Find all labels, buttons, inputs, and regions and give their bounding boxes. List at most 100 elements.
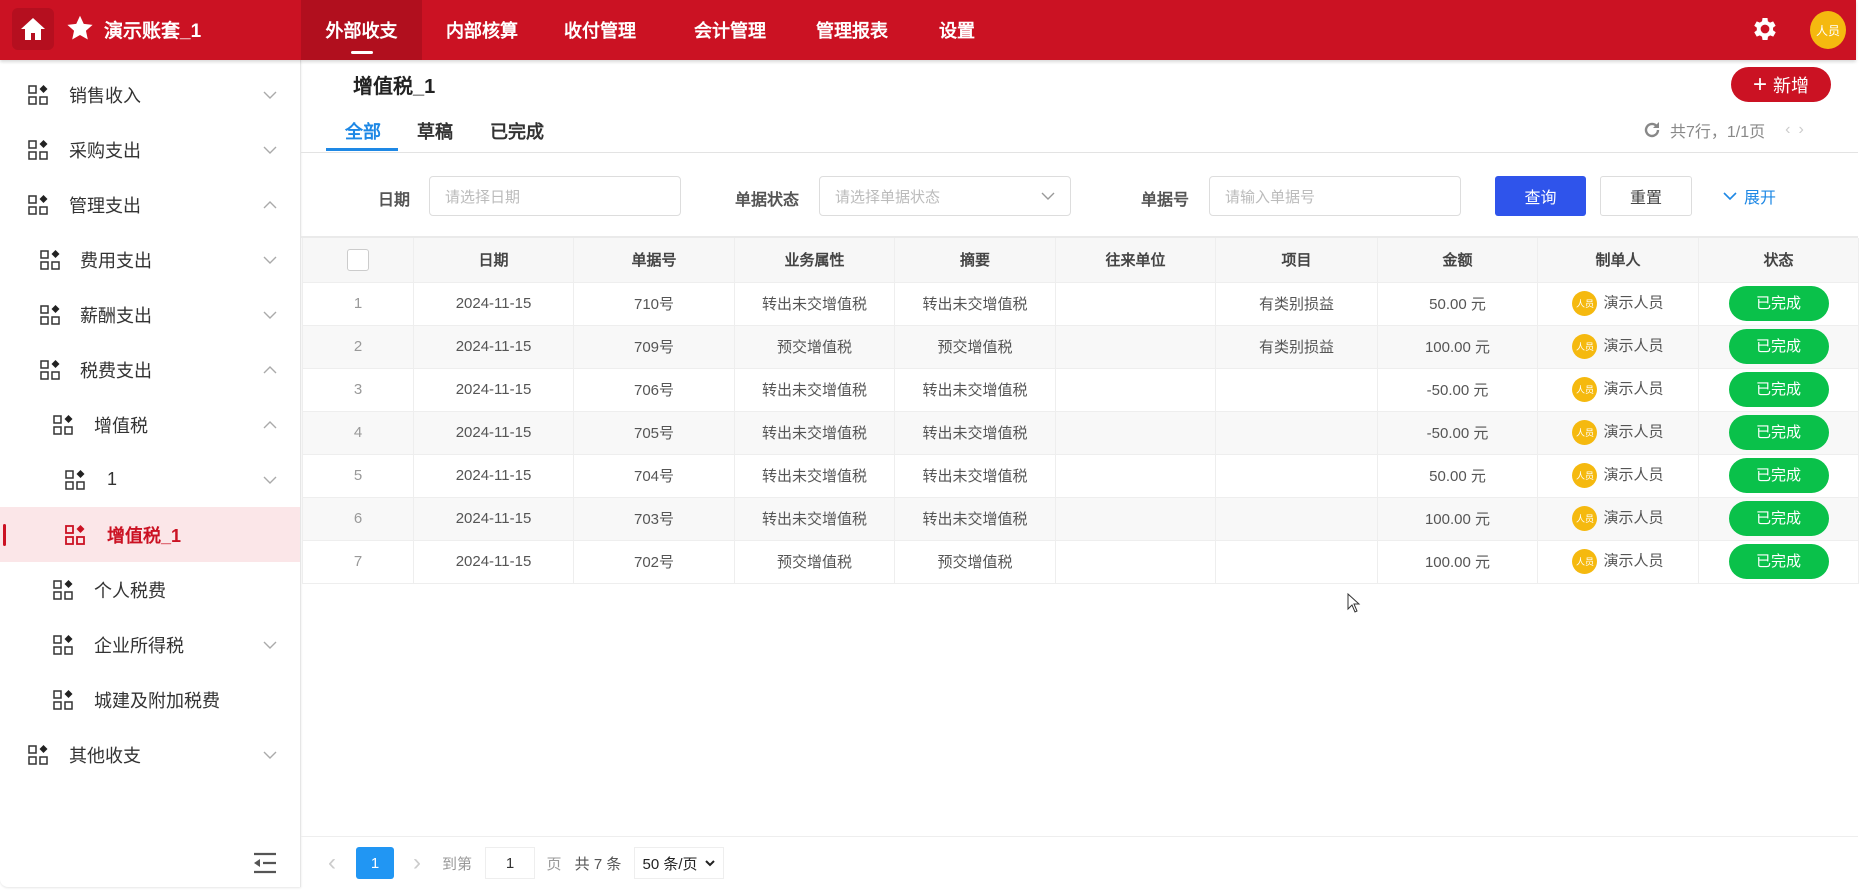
table-cell (1055, 453, 1216, 498)
date-input[interactable]: 请选择日期 (429, 176, 681, 216)
sidebar-item-salary-expense[interactable]: 薪酬支出 (0, 287, 300, 342)
sidebar-item-personal-tax[interactable]: 个人税费 (0, 562, 300, 617)
status-badge[interactable]: 已完成 (1728, 544, 1829, 579)
next-page-button[interactable]: › (407, 847, 427, 879)
sidebar-item-management-expense[interactable]: 管理支出 (0, 177, 300, 232)
column-header[interactable]: 状态 (1698, 238, 1859, 283)
table-cell: 预交增值税 (734, 539, 895, 584)
creator-name: 演示人员 (1603, 380, 1664, 398)
column-header[interactable]: 摘要 (894, 238, 1056, 283)
sidebar-item-vat-1[interactable]: 增值税_1 (0, 507, 300, 562)
nav-payment[interactable]: 收付管理 (545, 0, 655, 60)
table-row[interactable]: 3 2024-11-15 706号 转出未交增值税 转出未交增值税 -50.00 元人员演… (302, 367, 1859, 412)
table-cell: 703号 (573, 496, 735, 541)
tab-draft[interactable]: 草稿 (417, 118, 453, 144)
chevron-down-icon (263, 146, 277, 154)
column-header[interactable]: 往来单位 (1055, 238, 1216, 283)
creator-avatar: 人员 (1572, 377, 1598, 402)
sidebar-item-label: 销售收入 (69, 85, 141, 106)
status-badge[interactable]: 已完成 (1728, 501, 1829, 536)
prev-page-button[interactable]: ‹ (322, 847, 342, 879)
table-cell (1055, 324, 1216, 369)
column-header[interactable]: 日期 (413, 238, 574, 283)
page-title: 增值税_1 (353, 76, 436, 98)
table-cell: 转出未交增值税 (734, 367, 895, 412)
star-icon[interactable] (66, 14, 94, 42)
table-row[interactable]: 1 2024-11-15 710号 转出未交增值税 转出未交增值税 有类别损益 50.00 … (302, 281, 1859, 326)
table-cell: -50.00 元 (1377, 410, 1538, 455)
table-row[interactable]: 2 2024-11-15 709号 预交增值税 预交增值税 有类别损益 100.00 元人员… (302, 324, 1859, 369)
prev-page-icon[interactable]: ‹ (1785, 121, 1790, 139)
table-row[interactable]: 5 2024-11-15 704号 转出未交增值税 转出未交增值税 50.00 元人员 演示… (302, 453, 1859, 498)
status-badge[interactable]: 已完成 (1728, 372, 1829, 407)
status-badge[interactable]: 已完成 (1728, 286, 1829, 321)
creator-cell: 人员 演示人员 (1537, 539, 1699, 584)
gear-icon[interactable] (1750, 14, 1780, 44)
table-cell (1215, 410, 1378, 455)
status-placeholder: 请选择单据状态 (835, 188, 941, 206)
table-row[interactable]: 7 2024-11-15 702号 预交增值税 预交增值税 100.00 元人员 演示人员已… (302, 539, 1859, 584)
page-size-select[interactable]: 50 条/页 (634, 847, 724, 879)
column-header[interactable]: 业务属性 (734, 238, 895, 283)
table-cell: 转出未交增值税 (894, 281, 1056, 326)
column-header[interactable]: 制单人 (1537, 238, 1699, 283)
table-row[interactable]: 6 2024-11-15 703号 转出未交增值税 转出未交增值税 100.00 元人员演… (302, 496, 1859, 541)
column-header[interactable]: 金额 (1377, 238, 1538, 283)
query-button[interactable]: 查询 (1495, 176, 1586, 216)
status-badge[interactable]: 已完成 (1728, 329, 1829, 364)
table-cell: 转出未交增值税 (894, 453, 1056, 498)
nav-settings[interactable]: 设置 (915, 0, 999, 60)
nav-accounting[interactable]: 会计管理 (675, 0, 785, 60)
sidebar-item-1[interactable]: 1 (0, 452, 300, 507)
sidebar-item-label: 1 (107, 469, 118, 489)
sidebar-item-purchase-expense[interactable]: 采购支出 (0, 122, 300, 177)
creator-name: 演示人员 (1603, 552, 1664, 570)
column-header[interactable]: 项目 (1215, 238, 1378, 283)
status-badge[interactable]: 已完成 (1728, 415, 1829, 450)
page-info-text: 共7行，1/1页 (1670, 124, 1766, 141)
table-cell: 转出未交增值税 (894, 367, 1056, 412)
table-cell: 2024-11-15 (413, 453, 574, 498)
nav-external[interactable]: 外部收支 (301, 0, 422, 60)
tab-completed[interactable]: 已完成 (490, 118, 544, 144)
column-header[interactable]: 单据号 (573, 238, 735, 283)
reset-button[interactable]: 重置 (1600, 176, 1692, 216)
refresh-icon[interactable] (1642, 120, 1662, 140)
doc-no-input[interactable]: 请输入单据号 (1209, 176, 1461, 216)
table-cell: 2024-11-15 (413, 281, 574, 326)
expand-button[interactable]: 展开 (1716, 176, 1782, 216)
table-cell: 710号 (573, 281, 735, 326)
goto-page-input[interactable]: 1 (485, 847, 535, 879)
sidebar-item-label: 增值税_1 (107, 525, 182, 546)
table-row[interactable]: 4 2024-11-15 705号 转出未交增值税 转出未交增值税 -50.00 元人员演… (302, 410, 1859, 455)
status-cell: 已完成 (1698, 324, 1859, 369)
account-set-name[interactable]: 演示账套_1 (104, 16, 201, 43)
sidebar-item-urban-construction-tax[interactable]: 城建及附加税费 (0, 672, 300, 727)
add-button[interactable]: + 新增 (1731, 67, 1831, 102)
sidebar-item-other[interactable]: 其他收支 (0, 727, 300, 782)
collapse-sidebar-icon[interactable] (252, 852, 278, 874)
home-button[interactable] (12, 8, 54, 50)
creator-name: 演示人员 (1603, 423, 1664, 441)
table-cell: 100.00 元 (1377, 324, 1538, 369)
menu-grid-icon (28, 84, 48, 105)
sidebar-item-corporate-income-tax[interactable]: 企业所得税 (0, 617, 300, 672)
nav-reports[interactable]: 管理报表 (797, 0, 907, 60)
sidebar-item-sales-income[interactable]: 销售收入 (0, 67, 300, 122)
status-badge[interactable]: 已完成 (1728, 458, 1829, 493)
user-avatar[interactable]: 人员 (1810, 11, 1846, 49)
sidebar-item-tax-expense[interactable]: 税费支出 (0, 342, 300, 397)
sidebar-item-vat[interactable]: 增值税 (0, 397, 300, 452)
page-unit-label: 页 (546, 855, 562, 873)
row-index: 2 (302, 324, 414, 369)
page-1-button[interactable]: 1 (356, 847, 394, 879)
sidebar-item-cost-expense[interactable]: 费用支出 (0, 232, 300, 287)
tab-all[interactable]: 全部 (345, 118, 381, 144)
status-cell: 已完成 (1698, 539, 1859, 584)
table-cell: 转出未交增值税 (734, 496, 895, 541)
select-all-checkbox[interactable] (347, 248, 369, 271)
next-page-icon[interactable]: › (1798, 121, 1803, 139)
nav-internal[interactable]: 内部核算 (425, 0, 539, 60)
table-cell: 转出未交增值税 (894, 496, 1056, 541)
status-select[interactable]: 请选择单据状态 (819, 176, 1071, 216)
